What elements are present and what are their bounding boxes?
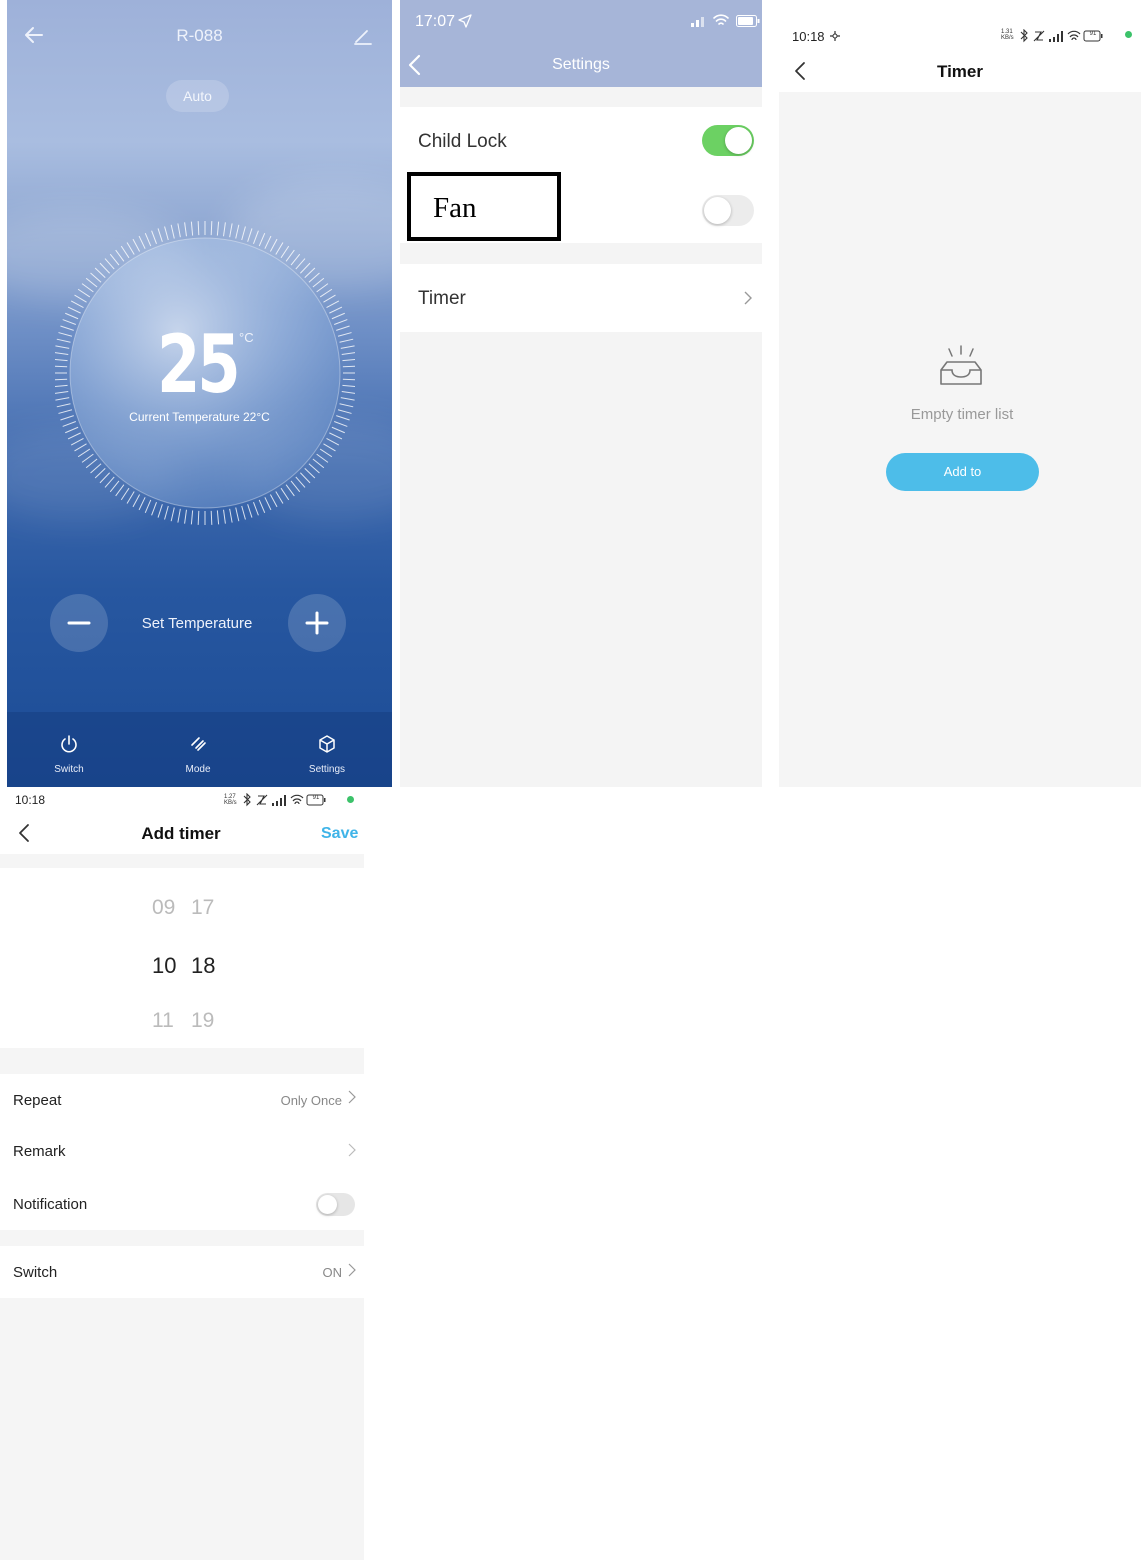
save-button[interactable]: Save xyxy=(321,825,358,843)
fan-toggle[interactable] xyxy=(702,195,754,226)
tab-switch-label: Switch xyxy=(54,764,84,775)
minute-option[interactable]: 19 xyxy=(191,1009,214,1033)
add-timer-header: 10:18 1.27 KB/s 91 Add timer Save xyxy=(0,788,364,854)
hour-option[interactable]: 09 xyxy=(152,896,175,920)
status-bar: 17:07 xyxy=(400,0,762,43)
network-speed: 1.27 KB/s xyxy=(224,794,237,806)
notification-toggle[interactable] xyxy=(316,1193,355,1216)
settings-screen: 17:07 Settings Child Lock Fan Timer xyxy=(400,0,762,787)
settings-cube-icon xyxy=(319,735,335,753)
tab-settings[interactable]: Settings xyxy=(282,734,372,775)
status-time: 17:07 xyxy=(415,13,456,30)
chevron-right-icon[interactable] xyxy=(348,1143,356,1157)
timer-title: Timer xyxy=(937,62,983,81)
thermostat-screen: R-088 Auto 25 °C Current Temperature 22°… xyxy=(7,0,392,787)
minute-selected[interactable]: 18 xyxy=(191,953,215,979)
network-speed: 1.31 KB/s xyxy=(1001,29,1014,41)
status-time: 10:18 xyxy=(15,793,46,807)
minute-option[interactable]: 17 xyxy=(191,896,214,920)
location-arrow-icon xyxy=(458,14,472,28)
timer-header: 10:18 1.31 KB/s 91 Timer xyxy=(779,0,1141,92)
settings-header: Settings xyxy=(400,43,762,87)
tab-mode[interactable]: Mode xyxy=(153,734,243,775)
fan-label-box: Fan xyxy=(407,172,561,241)
signal-icon xyxy=(690,15,706,27)
chevron-right-icon xyxy=(743,290,753,306)
notification-label: Notification xyxy=(13,1196,88,1213)
empty-timer-text: Empty timer list xyxy=(910,406,1014,423)
edit-pencil-icon[interactable] xyxy=(353,26,373,46)
set-temperature-label: Set Temperature xyxy=(141,615,253,632)
hour-selected[interactable]: 10 xyxy=(152,953,176,979)
current-temperature: Current Temperature 22°C xyxy=(129,410,270,424)
tab-settings-label: Settings xyxy=(308,764,346,775)
status-dot xyxy=(1125,31,1132,38)
tab-switch[interactable]: Switch xyxy=(24,734,114,775)
battery-level: 91 xyxy=(312,795,320,801)
child-lock-label: Child Lock xyxy=(418,131,507,152)
increase-temperature-button[interactable] xyxy=(288,594,346,652)
battery-level: 91 xyxy=(1089,31,1097,37)
power-icon xyxy=(61,735,77,753)
fan-label: Fan xyxy=(433,192,477,224)
set-temperature-value: 25 xyxy=(157,318,241,411)
add-timer-title: Add timer xyxy=(141,824,221,843)
mode-badge: Auto xyxy=(166,80,229,112)
battery-icon xyxy=(736,15,760,27)
wifi-icon xyxy=(713,13,729,27)
switch-label: Switch xyxy=(13,1264,58,1281)
chevron-right-icon xyxy=(348,1263,356,1277)
repeat-label: Repeat xyxy=(13,1092,62,1109)
switch-value[interactable]: ON xyxy=(323,1265,343,1280)
status-time: 10:18 xyxy=(792,29,825,44)
chevron-right-icon xyxy=(348,1090,356,1104)
status-app-icon xyxy=(829,30,841,42)
repeat-value[interactable]: Only Once xyxy=(281,1093,342,1108)
device-title: R-088 xyxy=(176,26,223,45)
empty-inbox-icon xyxy=(935,344,987,388)
temperature-unit: °C xyxy=(239,330,254,345)
hour-option[interactable]: 11 xyxy=(152,1009,174,1033)
timer-screen: 10:18 1.31 KB/s 91 Timer Empty timer lis… xyxy=(779,0,1141,787)
child-lock-toggle[interactable] xyxy=(702,125,754,156)
decrease-temperature-button[interactable] xyxy=(50,594,108,652)
plus-icon xyxy=(305,611,329,635)
add-timer-button[interactable]: Add to xyxy=(886,453,1039,491)
minus-icon xyxy=(67,621,91,625)
bottom-tab-bar: Switch Mode Settings xyxy=(7,712,392,787)
status-dot xyxy=(347,796,354,803)
mode-icon xyxy=(191,737,206,751)
settings-title: Settings xyxy=(552,56,610,73)
timer-label: Timer xyxy=(418,288,466,309)
remark-label: Remark xyxy=(13,1143,66,1160)
add-timer-screen: 10:18 1.27 KB/s 91 Add timer Save 09 17 … xyxy=(0,788,364,1560)
tab-mode-label: Mode xyxy=(185,764,211,775)
time-picker[interactable]: 09 17 10 18 11 19 xyxy=(0,868,364,1048)
